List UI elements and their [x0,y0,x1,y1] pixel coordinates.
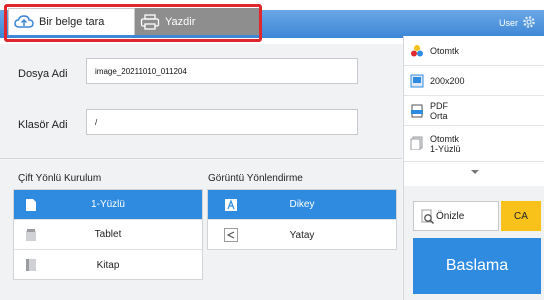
summary-color-mode[interactable]: Otomtk [404,36,544,66]
orientation-option-landscape[interactable]: Yatay [208,220,396,250]
preview-button[interactable]: Önizle [413,201,499,231]
file-name-label: Dosya Adi [18,68,68,80]
duplex-option-label: Tablet [94,229,122,240]
orientation-title: Görüntü Yönlendirme [208,173,303,184]
scan-app: Bir belge tara Yazdir User Dosya Adi ima… [0,0,544,300]
summary-label: PDF Orta [430,100,448,121]
summary-original-size[interactable]: Otomtk 1-Yüzlü [404,126,544,162]
resolution-icon [410,74,424,88]
duplex-option-book[interactable]: Kitap [14,250,202,280]
duplex-option-label: 1-Yüzlü [91,199,125,210]
magnifier-icon [421,209,435,228]
original-size-icon [410,136,424,151]
options-panel: Çift Yönlü Kurulum 1-Yüzlü Tablet Kitap [0,160,402,300]
start-label: Baslama [445,257,509,274]
folder-name-label: Klasör Adi [18,119,68,131]
duplex-option-single[interactable]: 1-Yüzlü [14,190,202,220]
clear-all-label: CA [514,210,528,222]
duplex-title: Çift Yönlü Kurulum [18,173,102,184]
orientation-option-label: Yatay [289,229,315,241]
duplex-option-tablet[interactable]: Tablet [14,220,202,250]
gear-icon[interactable] [522,15,536,29]
orientation-options: Dikey Yatay [207,189,397,250]
summary-resolution[interactable]: 200x200 [404,66,544,96]
folder-name-field[interactable]: / [86,109,358,135]
clear-all-button[interactable]: CA [501,201,541,231]
chevron-down-icon [470,162,480,180]
summary-label: Otomtk 1-Yüzlü [430,133,461,154]
active-tabs-highlight-frame [4,4,262,42]
summary-label: 200x200 [430,75,465,86]
summary-expand-button[interactable] [404,162,544,180]
action-panel: Önizle CA Baslama [403,186,544,300]
user-label[interactable]: User [499,18,518,28]
preview-label: Önizle [436,210,465,222]
color-mode-icon [410,44,424,58]
duplex-options: 1-Yüzlü Tablet Kitap [13,189,203,280]
start-button[interactable]: Baslama [413,238,541,294]
orientation-option-label: Dikey [289,199,315,210]
summary-file-format[interactable]: PDF Orta [404,96,544,126]
settings-summary: Otomtk 200x200 PDF Orta Otomtk 1-Yüzlü [403,36,544,186]
orientation-option-portrait[interactable]: Dikey [208,190,396,220]
file-format-icon [410,104,424,118]
duplex-option-label: Kitap [96,259,120,271]
file-name-field[interactable]: image_20211010_011204 [86,58,358,84]
summary-label: Otomtk [430,45,460,56]
file-settings-panel: Dosya Adi image_20211010_011204 Klasör A… [0,44,402,159]
